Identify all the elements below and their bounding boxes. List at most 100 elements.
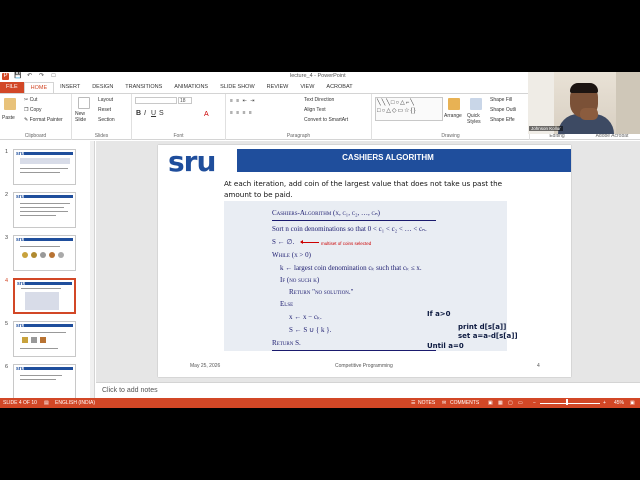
cut-button[interactable]: ✂ Cut xyxy=(24,97,37,103)
language-indicator[interactable]: ENGLISH (INDIA) xyxy=(55,400,95,406)
normal-view-icon[interactable]: ▣ xyxy=(488,400,493,406)
footer-date: May 25, 2026 xyxy=(190,363,221,369)
algo-s-update: S ← S ∪ { k }. xyxy=(289,326,332,334)
fit-slide-icon[interactable]: ▣ xyxy=(630,400,635,406)
shape-fill-button[interactable]: Shape Fill xyxy=(490,97,512,103)
zoom-in-icon[interactable]: + xyxy=(603,400,606,406)
current-slide[interactable]: sru CASHIERS ALGORITHM At each iteration… xyxy=(158,145,571,377)
format-painter-button[interactable]: ✎ Format Painter xyxy=(24,117,63,123)
tab-home[interactable]: HOME xyxy=(23,82,55,93)
tab-review[interactable]: REVIEW xyxy=(261,82,295,93)
spellcheck-icon[interactable]: ▤ xyxy=(44,400,49,406)
quick-styles-button[interactable]: Quick Styles xyxy=(467,113,487,125)
algo-while: While (x > 0) xyxy=(272,251,311,259)
algo-return-none: Return "no solution." xyxy=(289,288,354,296)
save-icon[interactable]: 💾 xyxy=(14,73,21,80)
zoom-out-icon[interactable]: − xyxy=(533,400,536,406)
shadow-button[interactable]: S xyxy=(159,110,164,117)
algo-divider-bottom xyxy=(272,350,436,351)
slide-thumbnail-3[interactable]: sru xyxy=(13,235,76,271)
webcam-background xyxy=(528,72,554,134)
notes-placeholder: Click to add notes xyxy=(102,387,158,394)
arrange-icon[interactable] xyxy=(448,98,460,110)
thumb-logo: sru xyxy=(17,281,25,287)
tab-design[interactable]: DESIGN xyxy=(86,82,119,93)
thumb-logo: sru xyxy=(16,151,24,157)
slide-thumbnail-5[interactable]: sru xyxy=(13,321,76,357)
clipboard-group-label: Clipboard xyxy=(24,133,47,139)
slide-thumbnail-2[interactable]: sru xyxy=(13,192,76,228)
notes-button[interactable]: NOTES xyxy=(418,400,435,406)
thumbnails-scrollbar[interactable] xyxy=(90,141,94,398)
slide-thumbnail-6[interactable]: sru xyxy=(13,364,76,398)
drawing-group-label: Drawing xyxy=(441,133,460,139)
slide-thumbnail-4[interactable]: sru xyxy=(13,278,76,314)
font-color-button[interactable]: A xyxy=(204,111,209,118)
paste-button[interactable]: Paste xyxy=(2,115,15,121)
comments-button[interactable]: COMMENTS xyxy=(450,400,479,406)
thumb-number: 4 xyxy=(5,278,9,284)
thumb-line xyxy=(20,168,68,169)
slideshow-view-icon[interactable]: ▭ xyxy=(518,400,523,406)
new-slide-icon[interactable] xyxy=(78,97,90,109)
zoom-slider-thumb[interactable] xyxy=(566,399,568,405)
copy-button[interactable]: ❐ Copy xyxy=(24,107,42,113)
algo-k-assign: k ← largest coin denomination cₖ such th… xyxy=(280,264,422,272)
reading-view-icon[interactable]: ▢ xyxy=(508,400,513,406)
annotation-arrow-icon xyxy=(300,240,319,244)
slides-group-label: Slides xyxy=(94,133,109,139)
tab-transitions[interactable]: TRANSITIONS xyxy=(119,82,168,93)
algo-init: S ← ∅. xyxy=(272,238,295,246)
thumb-coin xyxy=(31,252,37,258)
quick-styles-icon[interactable] xyxy=(470,98,482,110)
section-button[interactable]: Section xyxy=(98,117,115,123)
slide-intro-text[interactable]: At each iteration, add coin of the large… xyxy=(224,178,509,200)
align-text-button[interactable]: Align Text xyxy=(304,107,326,113)
align-icon[interactable]: ≡ ≡ ≡ ≡ xyxy=(230,110,253,116)
arrange-button[interactable]: Arrange xyxy=(444,113,462,119)
redo-icon[interactable]: ↷ xyxy=(38,73,45,80)
paste-icon[interactable] xyxy=(4,98,16,110)
thumb-logo: sru xyxy=(16,366,24,372)
slide-counter: SLIDE 4 OF 10 xyxy=(3,400,37,406)
tab-file[interactable]: FILE xyxy=(0,82,24,93)
undo-icon[interactable]: ↶ xyxy=(26,73,33,80)
presenter-hair xyxy=(570,83,598,93)
font-name-box[interactable] xyxy=(135,97,177,104)
layout-button[interactable]: Layout xyxy=(98,97,113,103)
scissors-icon: ✂ xyxy=(24,97,29,103)
convert-smartart-button[interactable]: Convert to SmartArt xyxy=(304,117,348,123)
start-slideshow-icon[interactable]: □ xyxy=(50,73,57,80)
text-direction-button[interactable]: Text Direction xyxy=(304,97,334,103)
slide-title[interactable]: CASHIERS ALGORITHM xyxy=(278,153,498,162)
thumb-block xyxy=(20,158,70,164)
shape-effects-button[interactable]: Shape Effe xyxy=(490,117,515,123)
new-slide-button[interactable]: New Slide xyxy=(75,111,95,123)
format-painter-label: Format Painter xyxy=(29,117,63,123)
thumb-banner xyxy=(24,152,73,155)
tab-insert[interactable]: INSERT xyxy=(54,82,86,93)
slide-sorter-icon[interactable]: ▦ xyxy=(498,400,503,406)
thumb-banner xyxy=(24,238,73,241)
slides-group: New Slide Layout Reset Section Slides xyxy=(72,94,132,140)
font-size-box[interactable]: 18 xyxy=(178,97,192,104)
reset-button[interactable]: Reset xyxy=(98,107,111,113)
brush-icon: ✎ xyxy=(24,117,29,123)
tab-acrobat[interactable]: ACROBAT xyxy=(320,82,358,93)
multiset-annotation: multiset of coins selected xyxy=(321,241,372,246)
tab-animations[interactable]: ANIMATIONS xyxy=(168,82,214,93)
tab-view[interactable]: VIEW xyxy=(294,82,320,93)
shape-outline-button[interactable]: Shape Outli xyxy=(490,107,516,113)
zoom-level[interactable]: 45% xyxy=(614,400,624,406)
bullets-icon[interactable]: ≡ ≡ ⇤ ⇥ xyxy=(230,98,255,104)
zoom-slider[interactable] xyxy=(540,403,600,404)
slide-thumbnail-1[interactable]: sru xyxy=(13,149,76,185)
notes-pane[interactable]: Click to add notes xyxy=(96,382,640,398)
italic-button[interactable]: I xyxy=(144,110,146,117)
bold-button[interactable]: B xyxy=(136,110,141,117)
thumb-line xyxy=(20,215,56,216)
tab-slide-show[interactable]: SLIDE SHOW xyxy=(214,82,261,93)
shapes-gallery[interactable]: ╲╲╲□○△⌐╲ □○△◇▭☆{} xyxy=(375,97,443,121)
thumb-coin xyxy=(40,337,46,343)
underline-button[interactable]: U xyxy=(151,110,156,117)
